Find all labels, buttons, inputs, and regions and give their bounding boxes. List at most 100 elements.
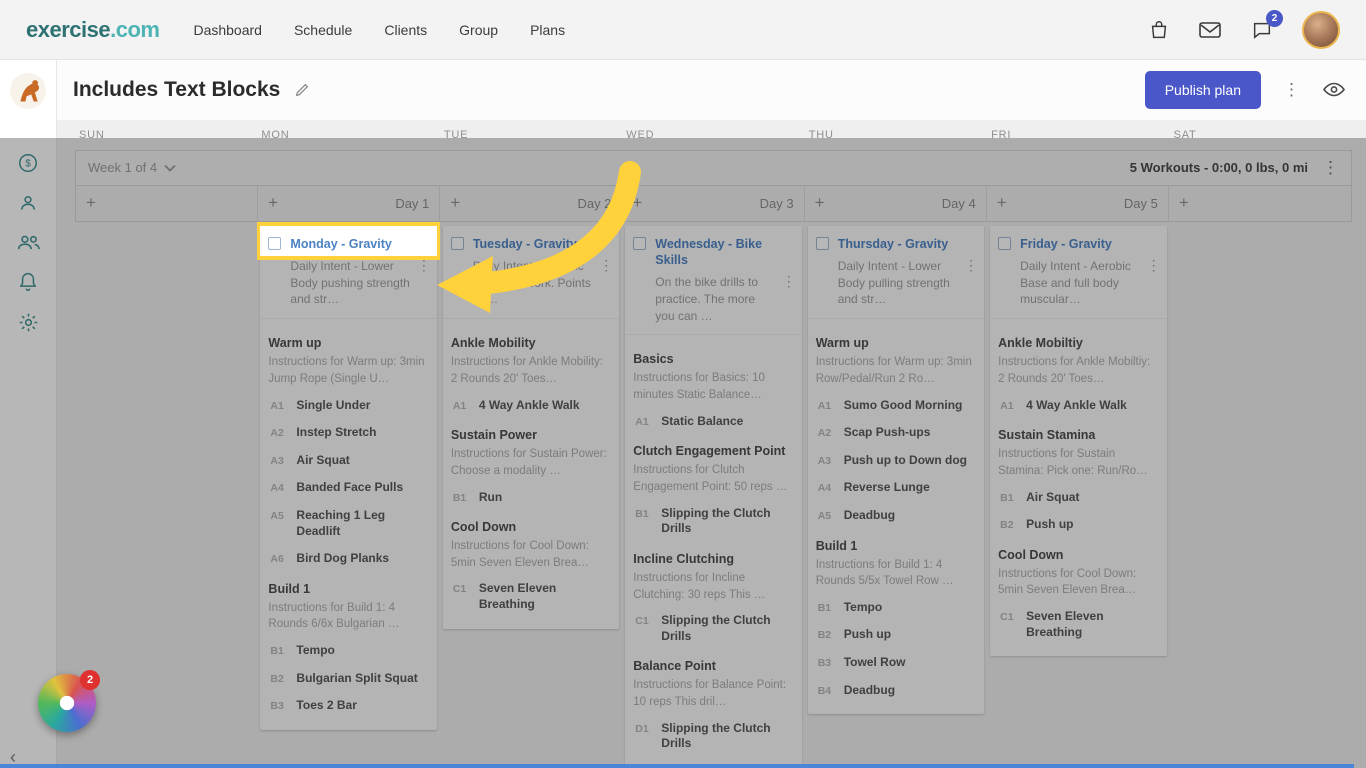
workout-card-header[interactable]: Tuesday - Gravity xyxy=(443,226,619,256)
exercise-row[interactable]: A2 Scap Push-ups xyxy=(816,415,976,443)
settings-gear-icon[interactable] xyxy=(18,312,39,333)
logo[interactable]: exercise.com xyxy=(26,16,160,43)
preview-eye-icon[interactable] xyxy=(1322,81,1346,98)
exercise-row[interactable]: A2 Instep Stretch xyxy=(268,415,428,443)
brand-mascot-icon[interactable] xyxy=(9,72,47,110)
chat-launcher[interactable]: 2 xyxy=(38,670,100,732)
exercise-row[interactable]: C1 Seven Eleven Breathing xyxy=(998,599,1158,642)
edit-title-icon[interactable] xyxy=(294,82,310,98)
section-heading: Warm up xyxy=(268,336,322,351)
exercise-row[interactable]: A6 Bird Dog Planks xyxy=(268,541,428,569)
exercise-name: Reaching 1 Leg Deadlift xyxy=(296,507,386,538)
add-workout-button[interactable]: + xyxy=(1179,193,1189,213)
exercise-row[interactable]: A4 Banded Face Pulls xyxy=(268,470,428,498)
workout-description: Daily Intent - Aerobic threshold work. P… xyxy=(472,258,591,307)
exercise-row[interactable]: A5 Reaching 1 Leg Deadlift xyxy=(268,498,428,541)
exercise-code: B2 xyxy=(1000,519,1014,532)
nav-link-dashboard[interactable]: Dashboard xyxy=(193,22,262,38)
exercise-row[interactable]: B1 Tempo xyxy=(268,633,428,661)
exercise-row[interactable]: B3 Towel Row xyxy=(816,645,976,673)
user-avatar[interactable] xyxy=(1302,10,1340,49)
workout-card-header[interactable]: Monday - Gravity xyxy=(257,221,440,260)
exercise-row[interactable]: B2 Bulgarian Split Squat xyxy=(268,661,428,689)
exercise-row[interactable]: A1 4 Way Ankle Walk xyxy=(451,388,611,416)
exercise-name: 4 Way Ankle Walk xyxy=(1026,397,1127,412)
exercise-row[interactable]: A1 Static Balance xyxy=(633,404,793,432)
week-bar-right: 5 Workouts - 0:00, 0 lbs, 0 mi ⋮ xyxy=(1130,159,1339,176)
exercise-name: Toes 2 Bar xyxy=(296,698,357,713)
exercise-row[interactable]: A3 Push up to Down dog xyxy=(816,443,976,471)
exercise-code: B1 xyxy=(452,491,467,504)
exercise-row[interactable]: B1 Tempo xyxy=(816,590,976,618)
week-menu-icon[interactable]: ⋮ xyxy=(1322,159,1339,176)
exercise-row[interactable]: A1 Single Under xyxy=(268,388,428,416)
exercise-row[interactable]: B2 Push up xyxy=(816,617,976,645)
nav-link-schedule[interactable]: Schedule xyxy=(294,22,352,38)
workout-checkbox[interactable] xyxy=(815,236,829,250)
exercise-row[interactable]: C1 Slipping the Clutch Drills xyxy=(633,603,793,646)
workout-checkbox[interactable] xyxy=(268,236,282,250)
add-workout-button[interactable]: + xyxy=(632,193,642,213)
workout-menu-icon[interactable]: ⋮ xyxy=(782,274,796,288)
add-workout-button[interactable]: + xyxy=(997,193,1007,213)
mail-icon[interactable] xyxy=(1198,20,1222,40)
exercise-row[interactable]: B2 Push up xyxy=(998,507,1158,535)
exercise-code: A3 xyxy=(270,454,284,467)
exercise-name: Slipping the Clutch Drills xyxy=(661,720,771,751)
exercise-code: A2 xyxy=(270,427,284,440)
exercise-code: A1 xyxy=(817,399,832,412)
workout-card-header[interactable]: Thursday - Gravity xyxy=(808,226,984,256)
add-workout-button[interactable]: + xyxy=(815,193,825,213)
chat-icon[interactable]: 2 xyxy=(1250,9,1283,41)
day-column-7 xyxy=(1170,222,1352,768)
exercise-row[interactable]: A3 Air Squat xyxy=(268,443,428,471)
add-workout-button[interactable]: + xyxy=(268,193,278,213)
exercise-name: Run xyxy=(478,489,503,504)
exercise-row[interactable]: A5 Deadbug xyxy=(816,498,976,526)
logo-text-primary: exercise xyxy=(26,16,111,42)
exercise-row[interactable]: B3 Toes 2 Bar xyxy=(268,688,428,716)
exercise-row[interactable]: A4 Reverse Lunge xyxy=(816,470,976,498)
nav-link-group[interactable]: Group xyxy=(459,22,498,38)
exercise-row[interactable]: D1 Slipping the Clutch Drills xyxy=(633,711,793,754)
week-selector[interactable]: Week 1 of 4 xyxy=(88,160,176,175)
workout-card-header[interactable]: Friday - Gravity xyxy=(990,226,1166,256)
add-workout-button[interactable]: + xyxy=(450,193,460,213)
nav-links: Dashboard Schedule Clients Group Plans xyxy=(193,22,565,38)
notifications-bell-icon[interactable] xyxy=(18,271,38,293)
store-bag-icon[interactable] xyxy=(1148,19,1170,41)
header-menu-icon[interactable]: ⋮ xyxy=(1283,81,1300,98)
exercise-name: Banded Face Pulls xyxy=(296,480,404,495)
workout-checkbox[interactable] xyxy=(450,236,464,250)
exercise-code: B3 xyxy=(817,657,832,670)
nav-link-plans[interactable]: Plans xyxy=(530,22,565,38)
workout-checkbox[interactable] xyxy=(998,236,1012,250)
workout-title: Thursday - Gravity xyxy=(837,236,949,251)
exercise-row[interactable]: C1 Seven Eleven Breathing xyxy=(451,571,611,614)
workout-menu-icon[interactable]: ⋮ xyxy=(417,258,431,272)
exercise-row[interactable]: A1 4 Way Ankle Walk xyxy=(998,388,1158,416)
day-number-label: Day 4 xyxy=(941,195,976,211)
workout-menu-icon[interactable]: ⋮ xyxy=(964,258,978,272)
exercise-row[interactable]: A1 Sumo Good Morning xyxy=(816,388,976,416)
horizontal-scrollbar[interactable] xyxy=(0,764,1354,768)
workout-card-header[interactable]: Wednesday - Bike Skills xyxy=(625,226,801,273)
day-of-week-row: SUN MON TUE WED THU FRI SAT xyxy=(75,120,1352,150)
section-instructions: Instructions for Cool Down: 5min Seven E… xyxy=(450,540,589,569)
nav-link-clients[interactable]: Clients xyxy=(384,22,427,38)
exercise-row[interactable]: B4 Deadbug xyxy=(816,673,976,701)
workout-checkbox[interactable] xyxy=(633,236,647,250)
exercise-name: Bulgarian Split Squat xyxy=(296,670,418,685)
exercise-row[interactable]: B1 Slipping the Clutch Drills xyxy=(633,496,793,539)
day-of-week-fri: FRI xyxy=(991,128,1012,141)
workout-menu-icon[interactable]: ⋮ xyxy=(1147,258,1161,272)
billing-dollar-icon[interactable]: $ xyxy=(17,152,39,174)
client-person-icon[interactable] xyxy=(18,193,38,213)
workout-menu-icon[interactable]: ⋮ xyxy=(599,258,613,272)
publish-plan-button[interactable]: Publish plan xyxy=(1144,70,1261,109)
groups-people-icon[interactable] xyxy=(16,232,41,252)
exercise-row[interactable]: B1 Run xyxy=(451,480,611,508)
add-workout-button[interactable]: + xyxy=(86,193,96,213)
exercise-code: A1 xyxy=(635,415,649,428)
exercise-row[interactable]: B1 Air Squat xyxy=(998,480,1158,508)
